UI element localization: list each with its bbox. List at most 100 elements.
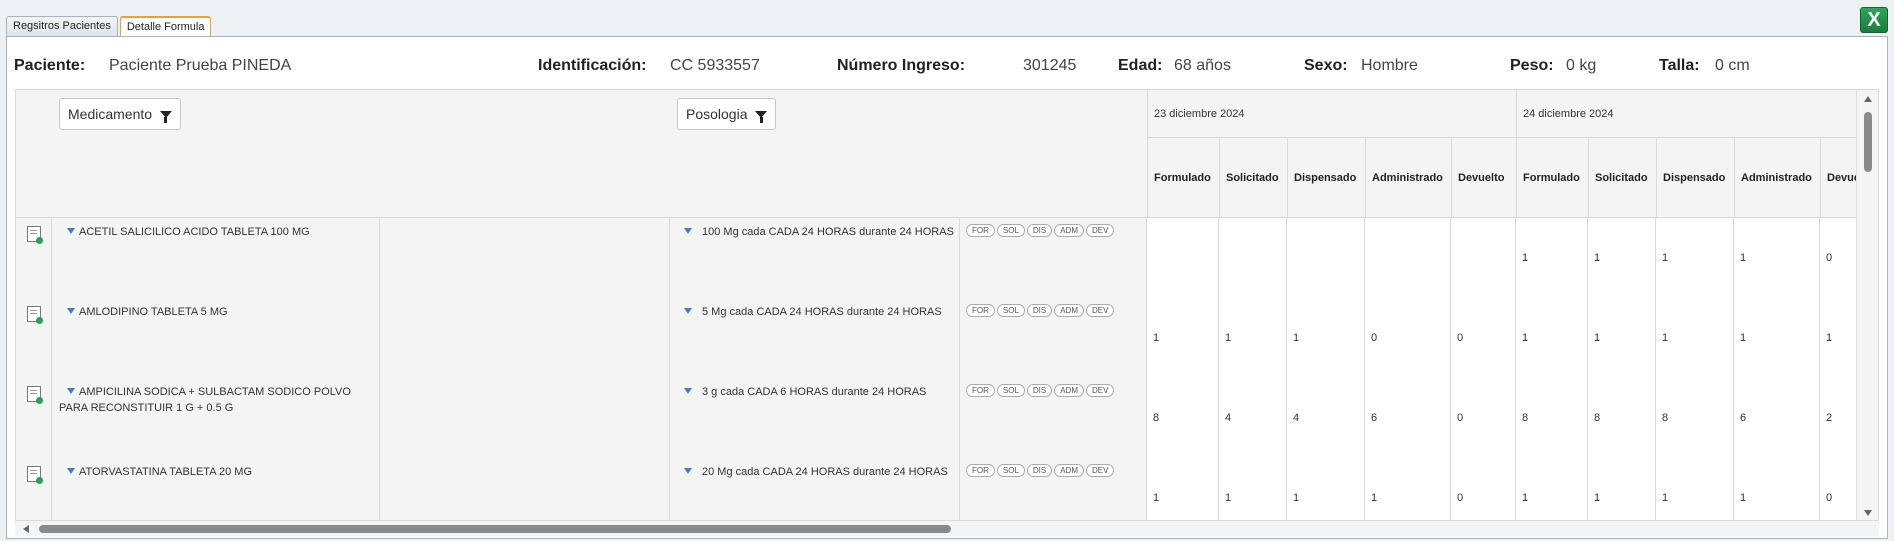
- status-chip[interactable]: DEV: [1086, 384, 1115, 397]
- sexo-label: Sexo:: [1304, 57, 1348, 74]
- quantity-cell: [1219, 218, 1287, 298]
- tab-detalle-formula[interactable]: Detalle Formula: [119, 16, 212, 37]
- quantity-cell: 1: [1734, 458, 1820, 520]
- col-solicitado: Solicitado: [1220, 138, 1288, 217]
- quantity-cell: 8: [1147, 378, 1219, 458]
- quantity-cell: 8: [1588, 378, 1656, 458]
- quantity-cell: 8: [1516, 378, 1588, 458]
- quantity-cell: 2: [1820, 378, 1858, 458]
- col-solicitado: Solicitado: [1589, 138, 1657, 217]
- table-row: ACETIL SALICILICO ACIDO TABLETA 100 MG 1…: [16, 218, 1858, 298]
- status-chip[interactable]: ADM: [1054, 224, 1085, 237]
- quantity-cell: 0: [1820, 458, 1858, 520]
- vertical-scrollbar[interactable]: [1856, 90, 1878, 520]
- quantity-cell: 1: [1734, 218, 1820, 298]
- status-chip[interactable]: DEV: [1086, 224, 1115, 237]
- status-chip[interactable]: ADM: [1054, 464, 1085, 477]
- col-dispensado: Dispensado: [1288, 138, 1366, 217]
- quantity-cell: 0: [1820, 218, 1858, 298]
- quantity-cell: 1: [1287, 298, 1365, 378]
- status-chip[interactable]: SOL: [996, 304, 1025, 317]
- empty-cell: [380, 298, 670, 378]
- table-row: AMPICILINA SODICA + SULBACTAM SODICO POL…: [16, 378, 1858, 458]
- sexo-value: Hombre: [1361, 57, 1418, 74]
- posologia-filter-button[interactable]: Posologia: [677, 98, 777, 130]
- status-chip[interactable]: SOL: [996, 464, 1025, 477]
- status-chips-cell: FOR SOL DIS ADM DEV: [960, 458, 1147, 520]
- status-chip[interactable]: DIS: [1026, 304, 1053, 317]
- excel-export-button[interactable]: X: [1860, 7, 1888, 33]
- quantity-cell: 0: [1451, 458, 1516, 520]
- add-document-icon[interactable]: [27, 466, 43, 484]
- numero-ingreso-label: Número Ingreso:: [837, 57, 966, 74]
- quantity-cell: 6: [1365, 378, 1451, 458]
- row-action-cell: [16, 218, 52, 298]
- status-chip[interactable]: DIS: [1026, 464, 1053, 477]
- status-chip[interactable]: FOR: [966, 464, 995, 477]
- status-chip[interactable]: FOR: [966, 384, 995, 397]
- tab-registros-pacientes[interactable]: Regsitros Pacientes: [6, 16, 118, 37]
- row-action-cell: [16, 378, 52, 458]
- status-chip[interactable]: DIS: [1026, 224, 1053, 237]
- posologia-text: 100 Mg cada CADA 24 HORAS durante 24 HOR…: [702, 226, 954, 238]
- posologia-filter-label: Posologia: [686, 106, 748, 122]
- grid-header-left: Medicamento Posologia: [16, 90, 1147, 218]
- add-document-icon[interactable]: [27, 386, 43, 404]
- excel-icon: X: [1867, 9, 1881, 31]
- row-action-cell: [16, 458, 52, 520]
- status-chips-cell: FOR SOL DIS ADM DEV: [960, 298, 1147, 378]
- status-chip[interactable]: ADM: [1054, 384, 1085, 397]
- expand-icon[interactable]: [684, 388, 692, 394]
- posologia-cell: 20 Mg cada CADA 24 HORAS durante 24 HORA…: [670, 458, 960, 520]
- add-document-icon[interactable]: [27, 306, 43, 324]
- medicamento-cell: ATORVASTATINA TABLETA 20 MG: [52, 458, 380, 520]
- quantity-cell: 1: [1516, 218, 1588, 298]
- add-document-icon[interactable]: [27, 226, 43, 244]
- status-chip[interactable]: DEV: [1086, 304, 1115, 317]
- empty-cell: [380, 218, 670, 298]
- posologia-text: 3 g cada CADA 6 HORAS durante 24 HORAS: [702, 386, 927, 398]
- vertical-scroll-thumb[interactable]: [1864, 112, 1872, 172]
- col-devuelto: Devuelto: [1452, 138, 1517, 217]
- quantity-cell: 4: [1219, 378, 1287, 458]
- posologia-text: 20 Mg cada CADA 24 HORAS durante 24 HORA…: [702, 466, 948, 478]
- paciente-value: Paciente Prueba PINEDA: [109, 57, 292, 74]
- edad-label: Edad:: [1118, 57, 1163, 74]
- quantity-cell: 0: [1365, 298, 1451, 378]
- scroll-up-icon[interactable]: [1864, 96, 1872, 102]
- expand-icon[interactable]: [684, 468, 692, 474]
- status-chip[interactable]: DIS: [1026, 384, 1053, 397]
- horizontal-scrollbar[interactable]: [15, 521, 1879, 537]
- formula-grid: Medicamento Posologia 23 diciembre 2024 …: [15, 89, 1879, 521]
- medicamento-name: ATORVASTATINA TABLETA 20 MG: [79, 466, 252, 478]
- posologia-cell: 5 Mg cada CADA 24 HORAS durante 24 HORAS: [670, 298, 960, 378]
- quantity-cell: [1365, 218, 1451, 298]
- status-chip[interactable]: FOR: [966, 304, 995, 317]
- expand-icon[interactable]: [684, 308, 692, 314]
- expand-icon[interactable]: [684, 228, 692, 234]
- status-chip[interactable]: SOL: [996, 384, 1025, 397]
- posologia-cell: 3 g cada CADA 6 HORAS durante 24 HORAS: [670, 378, 960, 458]
- quantity-cell: 1: [1147, 298, 1219, 378]
- status-chip[interactable]: DEV: [1086, 464, 1115, 477]
- medicamento-filter-button[interactable]: Medicamento: [59, 98, 181, 130]
- patient-info-bar: Paciente: Paciente Prueba PINEDA Identif…: [7, 37, 1887, 89]
- status-chip[interactable]: ADM: [1054, 304, 1085, 317]
- col-formulado: Formulado: [1148, 138, 1220, 217]
- medicamento-cell: AMPICILINA SODICA + SULBACTAM SODICO POL…: [52, 378, 380, 458]
- paciente-label: Paciente:: [14, 57, 86, 74]
- posologia-text: 5 Mg cada CADA 24 HORAS durante 24 HORAS: [702, 306, 942, 318]
- status-chip[interactable]: FOR: [966, 224, 995, 237]
- status-chip[interactable]: SOL: [996, 224, 1025, 237]
- scroll-down-icon[interactable]: [1864, 510, 1872, 516]
- quantity-cell: 1: [1656, 298, 1734, 378]
- horizontal-scroll-thumb[interactable]: [39, 525, 951, 533]
- filter-icon: [755, 111, 768, 123]
- quantity-cell: 1: [1365, 458, 1451, 520]
- quantity-cell: 1: [1588, 218, 1656, 298]
- quantity-cell: 0: [1451, 378, 1516, 458]
- medicamento-name: ACETIL SALICILICO ACIDO TABLETA 100 MG: [79, 226, 310, 238]
- scroll-left-icon[interactable]: [23, 525, 29, 533]
- quantity-cell: 1: [1656, 218, 1734, 298]
- quantity-cell: 1: [1588, 298, 1656, 378]
